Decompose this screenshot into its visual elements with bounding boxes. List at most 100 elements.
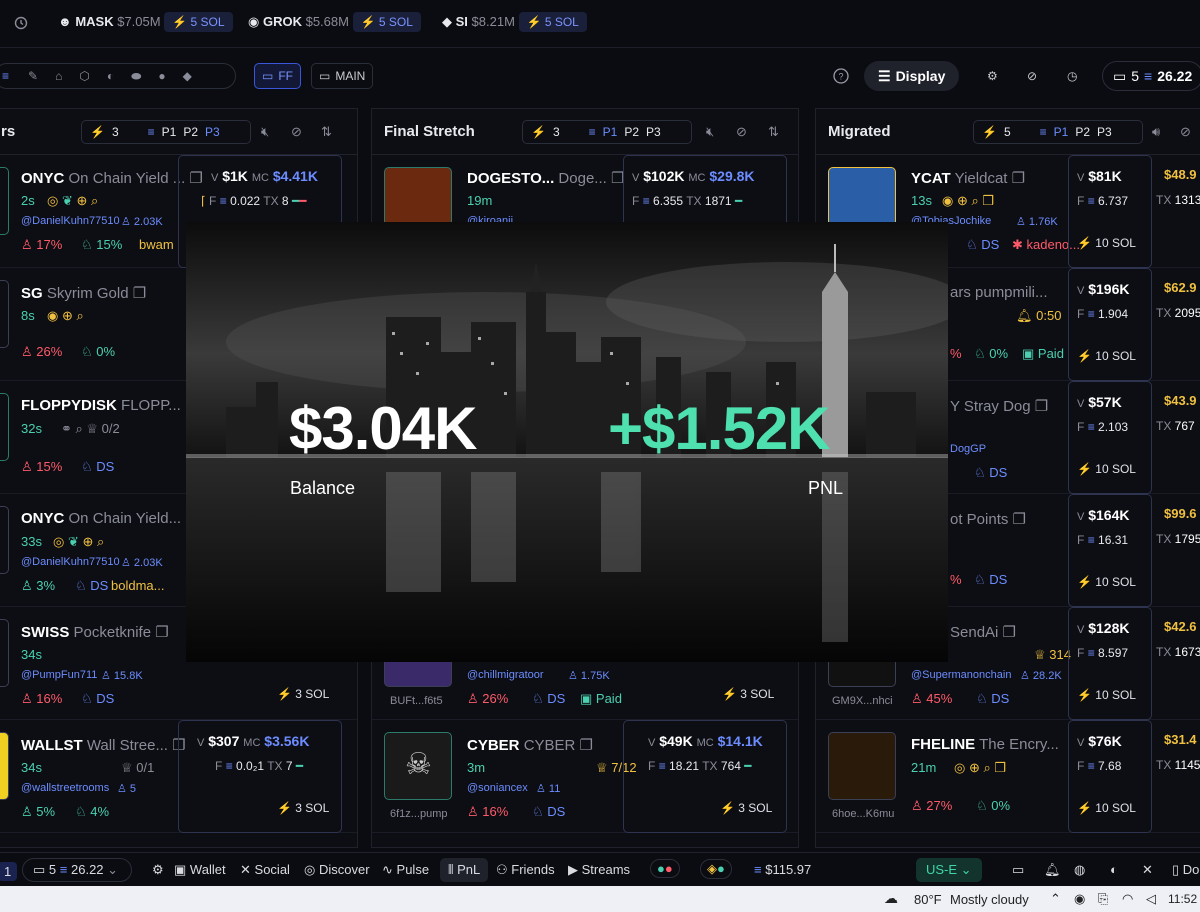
history-icon[interactable] — [14, 14, 28, 30]
filter-icon[interactable]: ⇅ — [321, 124, 332, 140]
nav-discover[interactable]: ◎ Discover — [304, 862, 370, 878]
quick-buy-button[interactable]: ⚡ 10 SOL — [1077, 688, 1136, 702]
quick-buy-button[interactable]: ⚡ 3 SOL — [720, 801, 772, 815]
quick-buy-button[interactable]: ⚡ 3 SOL — [277, 687, 329, 701]
skull-icon: ☠ — [405, 748, 432, 781]
platform-toggle[interactable]: ●● — [650, 859, 680, 878]
quick-buy-button[interactable]: ⚡ 10 SOL — [1077, 462, 1136, 476]
nav-social[interactable]: ✕ Social — [240, 862, 290, 878]
filter-icon[interactable]: ⇅ — [768, 124, 779, 140]
stats-box[interactable]: V $164K F ≡ 16.31 ⚡ 10 SOL — [1068, 494, 1152, 607]
nav-streams[interactable]: ▶ Streams — [568, 862, 630, 878]
weather-text[interactable]: Mostly cloudy — [950, 892, 1029, 907]
volume-icon[interactable]: ◁ — [1146, 891, 1156, 907]
token-row[interactable]: ☠ CYBER CYBER ❐ 3m ♕ 7/12 @soniancex ♙ 1… — [372, 720, 798, 833]
buy-pill[interactable]: ⚡ 5 SOL — [352, 12, 421, 32]
clock[interactable]: 11:52 — [1168, 892, 1197, 906]
coin-icon: ◐ — [106, 69, 115, 83]
temperature[interactable]: 80°F — [914, 892, 942, 907]
docs-link[interactable]: ▯ Do — [1172, 862, 1199, 878]
stats-box[interactable]: V $57K F ≡ 2.103 ⚡ 10 SOL — [1068, 381, 1152, 494]
quick-buy-button[interactable]: ⚡ 10 SOL — [1077, 801, 1136, 815]
x-icon[interactable]: ✕ — [1142, 862, 1153, 878]
sol-icon: ≡ — [1144, 68, 1153, 84]
list-icon: ☰ — [878, 67, 891, 84]
stats-box[interactable]: V $307 MC $3.56K F ≡ 0.0₂1 TX 7 ━ ⚡ 3 SO… — [178, 720, 342, 833]
quick-buy-button[interactable]: ⚡ 10 SOL — [1077, 236, 1136, 250]
token-thumbnail[interactable] — [0, 506, 9, 574]
token-thumbnail[interactable] — [0, 280, 9, 348]
buy-pill[interactable]: ⚡ 5 SOL — [164, 12, 233, 32]
column-header: rs ⚡ 3 ≡ P1 P2 P3 🔇︎ ⊘ ⇅ — [0, 109, 357, 155]
quick-buy-button[interactable]: ⚡ 10 SOL — [1077, 575, 1136, 589]
social-icons[interactable]: ◎ ❦ ⊕ ⌕ — [53, 534, 104, 550]
token-thumbnail[interactable] — [0, 732, 9, 800]
nav-wallet[interactable]: ▣ Wallet — [174, 862, 226, 878]
token-toggle[interactable]: ◈● — [700, 859, 732, 879]
social-icons[interactable]: ◉ ⊕ ⌕ ❒ — [942, 193, 994, 209]
token-thumbnail[interactable] — [828, 732, 896, 800]
page-indicator[interactable]: 1 — [0, 862, 18, 881]
bell-icon[interactable]: 🔔︎ — [1044, 862, 1061, 878]
stats-box[interactable]: V $81K F ≡ 6.737 ⚡ 10 SOL — [1068, 155, 1152, 268]
volume-icon[interactable]: 🔊︎ — [1152, 124, 1160, 140]
social-icons[interactable]: ◎ ❦ ⊕ ⌕ — [47, 193, 98, 209]
chevron-down-icon: ⌄ — [107, 862, 119, 877]
quick-buy-control[interactable]: ⚡ 3 ≡ P1 P2 P3 — [522, 120, 692, 144]
quick-buy-button[interactable]: ⚡ 3 SOL — [722, 687, 774, 701]
camera-icon[interactable]: ◉ — [1074, 891, 1085, 907]
nav-pulse[interactable]: ∿ Pulse — [382, 862, 429, 878]
chevron-up-icon[interactable]: ⌃ — [1050, 891, 1061, 907]
ticker-item-mask[interactable]: ☻ MASK $7.05M ⚡ 5 SOL — [58, 12, 233, 32]
ticker-bar: ☻ MASK $7.05M ⚡ 5 SOL ◉ GROK $5.68M ⚡ 5 … — [0, 0, 1200, 48]
token-thumbnail[interactable] — [0, 393, 9, 461]
folder-icon: ▭ — [262, 69, 274, 83]
main-button[interactable]: ▭ MAIN — [311, 63, 374, 89]
hide-icon[interactable]: ⊘ — [1020, 63, 1044, 89]
wallet-selector[interactable]: ▭ 5 ≡ 26.22 — [1102, 61, 1200, 91]
quick-buy-button[interactable]: ⚡ 10 SOL — [1077, 349, 1136, 363]
hide-icon[interactable]: ⊘ — [736, 124, 747, 140]
token-thumbnail[interactable] — [0, 619, 9, 687]
timer-icon[interactable]: ◷ — [1060, 63, 1084, 89]
buy-pill[interactable]: ⚡ 5 SOL — [518, 12, 587, 32]
stats-box[interactable]: V $196K F ≡ 1.904 ⚡ 10 SOL — [1068, 268, 1152, 381]
mute-icon[interactable]: 🔇︎ — [706, 124, 714, 140]
layout-icon[interactable]: ▭ — [1012, 862, 1024, 878]
region-selector[interactable]: US-E ⌄ — [916, 858, 982, 882]
discord-icon[interactable]: ◐ — [1110, 862, 1118, 877]
hide-icon[interactable]: ⊘ — [1180, 124, 1191, 140]
bolt-icon: ⚡ — [90, 125, 105, 139]
wifi-icon[interactable]: ◠ — [1122, 891, 1133, 907]
display-button[interactable]: ☰ Display — [864, 61, 960, 91]
ticker-item-grok[interactable]: ◉ GROK $5.68M ⚡ 5 SOL — [248, 12, 421, 32]
token-thumbnail[interactable]: ☠ — [384, 732, 452, 800]
camera-icon: ▶ — [568, 862, 578, 877]
quick-buy-control[interactable]: ⚡ 3 ≡ P1 P2 P3 — [81, 120, 251, 144]
nav-friends[interactable]: ⚇ Friends — [496, 862, 555, 878]
hide-icon[interactable]: ⊘ — [291, 124, 302, 140]
pen-icon: ✎ — [28, 69, 39, 83]
stats-box[interactable]: V $128K F ≡ 8.597 ⚡ 10 SOL — [1068, 607, 1152, 720]
settings-icon[interactable]: ⚙ — [980, 63, 1005, 89]
quick-buy-control[interactable]: ⚡ 5 ≡ P1 P2 P3 — [973, 120, 1143, 144]
settings-icon[interactable]: ⚙ — [152, 862, 164, 878]
token-row[interactable]: WALLST Wall Stree... ❐ 34s ♕ 0/1 @wallst… — [0, 720, 357, 833]
mute-icon[interactable]: 🔇︎ — [261, 124, 269, 140]
nav-pnl[interactable]: ⫴ PnL — [440, 858, 489, 882]
palette-icon[interactable]: ◍ — [1074, 862, 1085, 878]
column-header: Final Stretch ⚡ 3 ≡ P1 P2 P3 🔇︎ ⊘ ⇅ — [372, 109, 798, 155]
ff-button[interactable]: ▭ FF — [254, 63, 302, 89]
quick-buy-button[interactable]: ⚡ 3 SOL — [277, 801, 329, 815]
token-thumbnail[interactable] — [0, 167, 9, 235]
ticker-item-si[interactable]: ◆ SI $8.21M ⚡ 5 SOL — [442, 12, 587, 32]
wallet-icon: ▭ — [1113, 67, 1127, 84]
platform-filter[interactable]: ≡ ✎ ⌂ ⬡ ◐ ⬬ ● ◆ — [0, 63, 236, 89]
stats-box[interactable]: V $49K MC $14.1K F ≡ 18.21 TX 764 ━ ⚡ 3 … — [623, 720, 787, 833]
stats-box[interactable]: V $76K F ≡ 7.68 ⚡ 10 SOL — [1068, 720, 1152, 833]
social-icons[interactable]: ◎ ⊕ ⌕ ❒ — [954, 760, 1006, 776]
social-icons[interactable]: ◉ ⊕ ⌕ — [47, 308, 84, 324]
usb-icon[interactable]: ⎘ — [1098, 891, 1108, 907]
help-icon[interactable]: ? — [826, 63, 856, 89]
wallet-selector[interactable]: ▭ 5 ≡ 26.22 ⌄ — [22, 858, 132, 882]
